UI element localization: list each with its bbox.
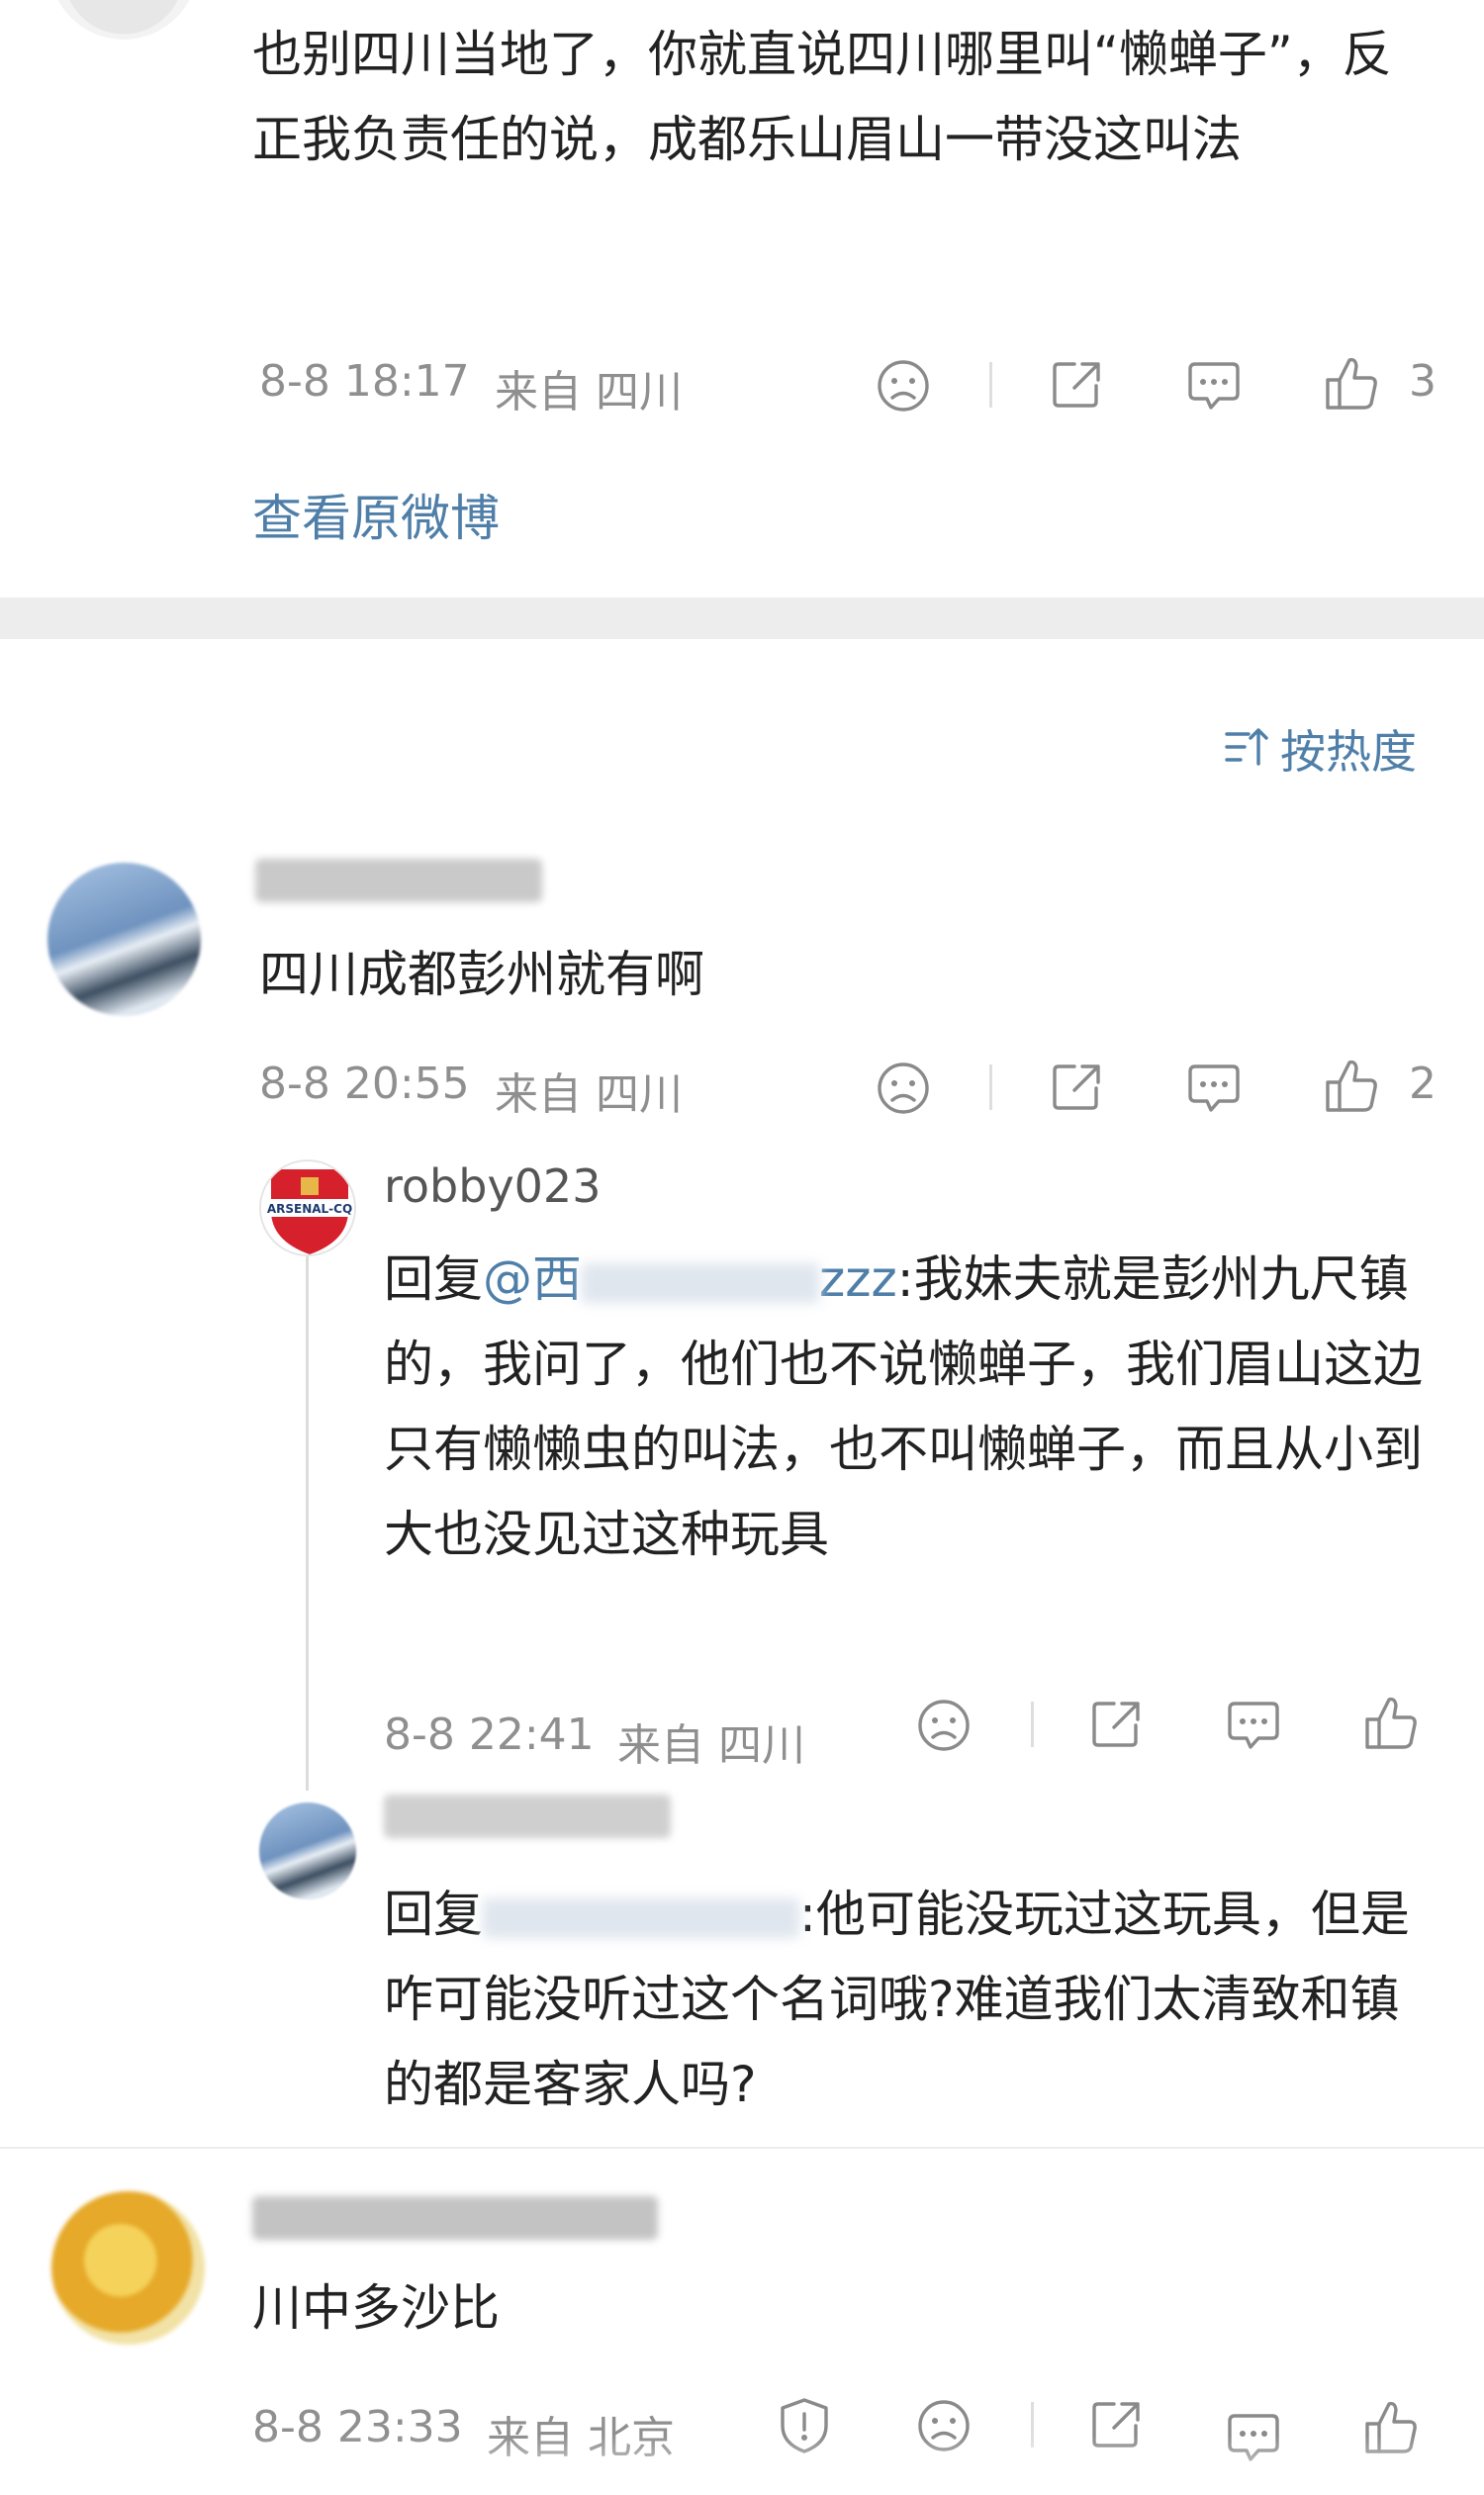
bottom-fade <box>0 2436 1484 2495</box>
reply-thread-line <box>306 1256 309 1791</box>
comment-icon[interactable] <box>1225 1698 1282 1753</box>
commenter-avatar[interactable] <box>47 863 201 1016</box>
sad-face-icon[interactable] <box>876 358 931 414</box>
comment-icon[interactable] <box>1185 358 1243 414</box>
reply-location: 来自 四川 <box>617 1720 805 1771</box>
thumbs-up-icon[interactable] <box>1322 354 1379 414</box>
share-icon[interactable] <box>1049 1059 1104 1114</box>
reply-time: 8-8 22:41 <box>384 1710 595 1760</box>
post-location: 来自 四川 <box>495 367 683 417</box>
action-divider <box>989 1064 992 1110</box>
reply-mention[interactable]: @西 <box>483 1250 582 1308</box>
comment-text: 四川成都彭州就有啊 <box>259 946 704 1003</box>
comment-divider <box>0 2147 1484 2149</box>
reply-mention-redacted <box>582 1262 819 1303</box>
share-icon[interactable] <box>1049 356 1104 412</box>
reply-author-avatar[interactable]: ARSENAL-CQ <box>259 1159 356 1256</box>
action-divider <box>989 362 992 408</box>
reply-text: 回复:他可能没玩过这玩具，但是咋可能没听过这个名词哦?难道我们太清致和镇的都是客… <box>384 1872 1442 2127</box>
sad-face-icon[interactable] <box>916 1698 972 1753</box>
sort-icon[interactable] <box>1223 724 1274 770</box>
reply-author-avatar-text: ARSENAL-CQ <box>267 1202 352 1216</box>
sad-face-icon[interactable] <box>876 1061 931 1116</box>
reply-mention-tail[interactable]: zzz <box>819 1250 897 1308</box>
view-original-weibo-link[interactable]: 查看原微博 <box>252 479 500 550</box>
section-separator <box>0 598 1484 639</box>
comment-time: 8-8 20:55 <box>259 1059 470 1109</box>
share-icon[interactable] <box>1088 1696 1144 1751</box>
reply-text: 回复@西 zzz:我妹夫就是彭州九尺镇的，我问了，他们也不说懒蝉子，我们眉山这边只… <box>384 1237 1442 1577</box>
comment-location: 来自 四川 <box>495 1069 683 1120</box>
reply-author-name-redacted[interactable] <box>384 1795 671 1838</box>
reply-prefix: 回复 <box>384 1886 483 1943</box>
comment-text: 川中多沙比 <box>252 2279 500 2337</box>
post-text: 也别四川当地了，你就直说四川哪里叫“懒蝉子”，反正我负责任的说，成都乐山眉山一带… <box>252 26 1392 168</box>
commenter-name-redacted[interactable] <box>252 2196 658 2240</box>
post-author-avatar[interactable] <box>49 0 198 40</box>
post-like-count: 3 <box>1409 356 1437 407</box>
action-divider <box>1031 1702 1034 1747</box>
post-time: 8-8 18:17 <box>259 356 470 407</box>
comment-like-count: 2 <box>1409 1059 1437 1109</box>
reply-author-avatar[interactable] <box>259 1802 356 1899</box>
reply-mention-redacted[interactable] <box>483 1897 799 1938</box>
comment-icon[interactable] <box>1185 1061 1243 1116</box>
thumbs-up-icon[interactable] <box>1322 1057 1379 1116</box>
commenter-avatar[interactable] <box>51 2191 205 2345</box>
thumbs-up-icon[interactable] <box>1361 1694 1419 1753</box>
reply-author-name[interactable]: robby023 <box>384 1159 601 1213</box>
sort-by-popularity[interactable]: 按热度 <box>1280 716 1417 782</box>
commenter-name-redacted[interactable] <box>255 859 542 902</box>
reply-prefix: 回复 <box>384 1250 483 1308</box>
